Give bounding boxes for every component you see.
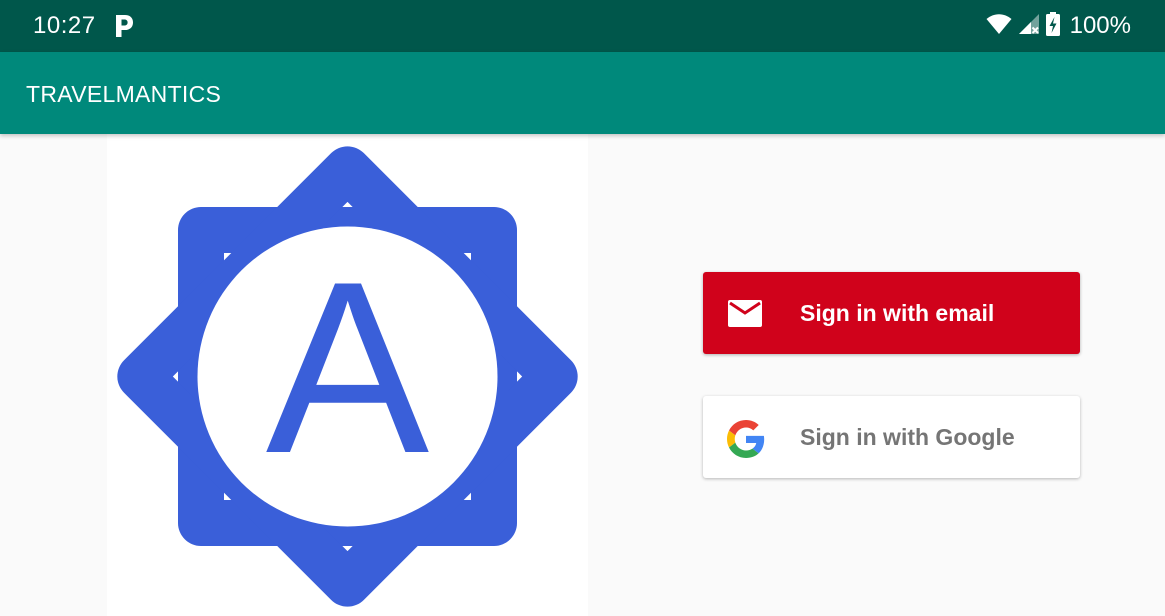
sign-in-google-label: Sign in with Google <box>800 424 1015 450</box>
battery-percent: 100% <box>1069 12 1131 39</box>
status-time: 10:27 <box>33 12 96 39</box>
sign-in-email-label: Sign in with email <box>800 300 995 326</box>
app-title: TRAVELMANTICS <box>26 81 222 107</box>
sign-in-email-button[interactable]: Sign in with email <box>703 272 1080 354</box>
app-bar: TRAVELMANTICS <box>0 52 1165 134</box>
logo-letter: A <box>266 230 429 504</box>
battery-charging-icon <box>1045 11 1060 41</box>
cell-signal-no-data-icon <box>1018 13 1040 40</box>
parking-p-icon <box>113 13 135 39</box>
status-bar: 10:27 100% <box>0 0 1165 52</box>
status-icons: 100% <box>986 11 1131 41</box>
google-g-icon <box>727 420 765 458</box>
app-logo: A <box>107 134 588 616</box>
sign-in-google-button[interactable]: Sign in with Google <box>703 396 1080 478</box>
mail-icon <box>727 296 763 332</box>
wifi-icon <box>986 13 1012 40</box>
